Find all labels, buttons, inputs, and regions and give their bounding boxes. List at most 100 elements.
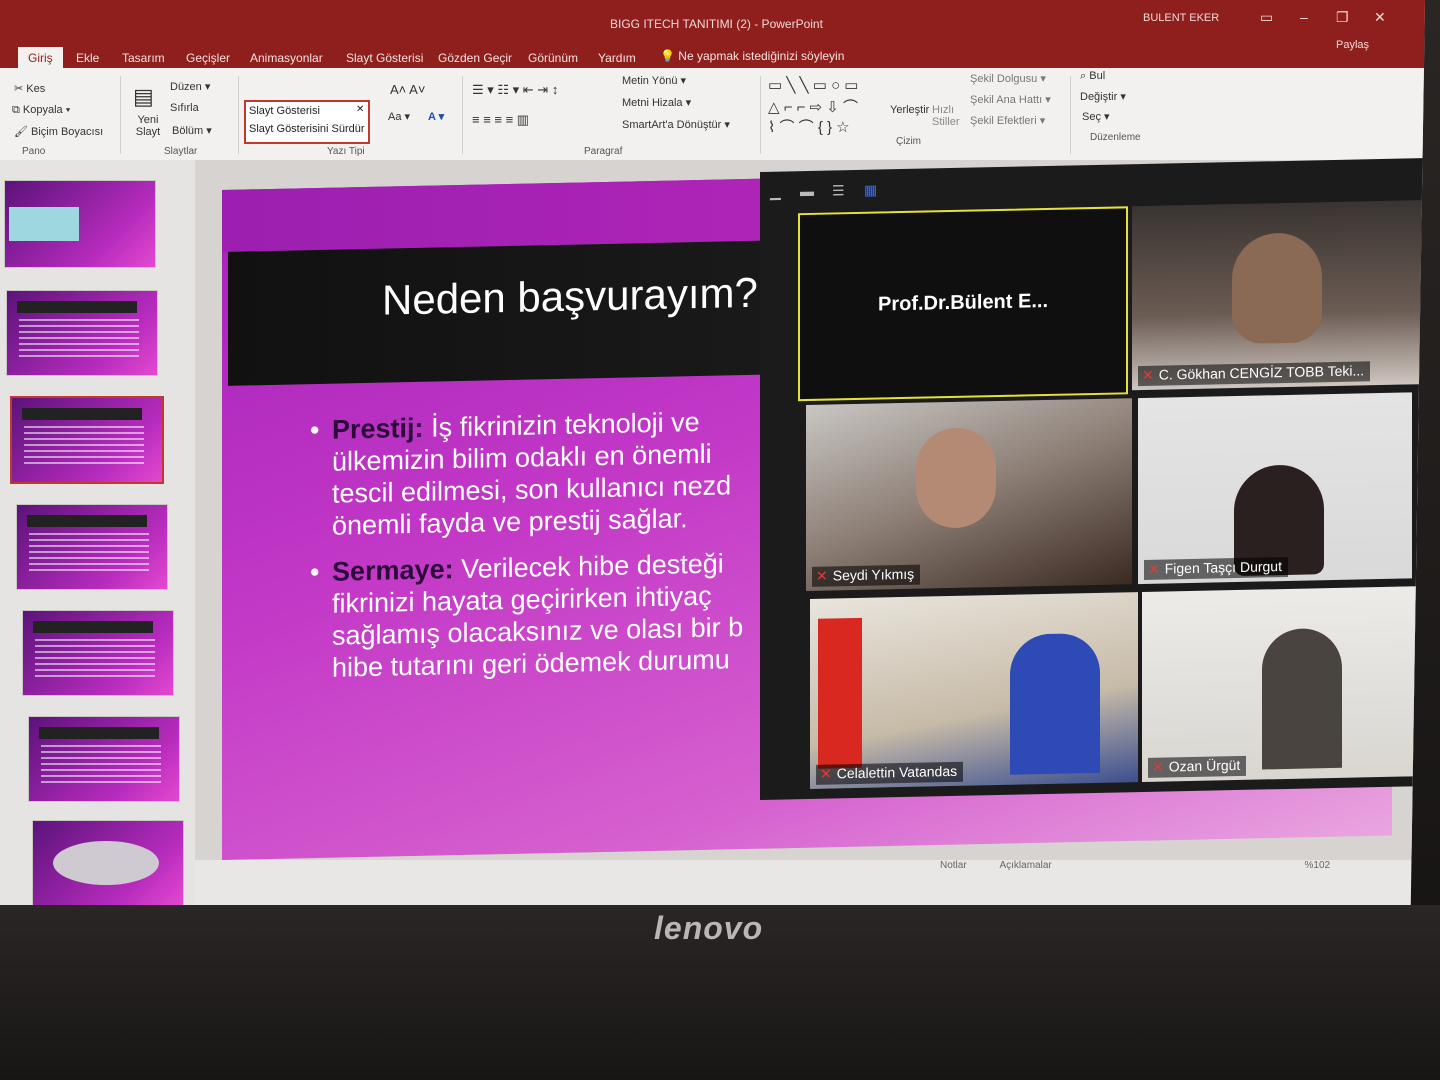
tab-yardim[interactable]: Yardım [598, 51, 636, 65]
shape-effects-label: Şekil Efektleri [970, 115, 1037, 127]
smartart-button[interactable]: SmartArt'a Dönüştür ▾ [622, 118, 730, 131]
bullet-sermaye: Sermaye: Verilecek hibe desteği fikriniz… [310, 547, 750, 684]
share-button[interactable]: Paylaş [1336, 39, 1369, 51]
find-button[interactable]: ⌕ Bul [1080, 70, 1105, 83]
thumbnail-view-icon[interactable]: ▬ [800, 183, 814, 199]
tooltip-line-2[interactable]: Slayt Gösterisini Sürdür [249, 123, 365, 135]
notes-button[interactable]: Notlar [940, 860, 967, 871]
slide-thumbnail[interactable] [22, 610, 174, 696]
new-slide-button[interactable]: Yeni Slayt [130, 114, 166, 138]
user-name[interactable]: BULENT EKER [1143, 12, 1219, 24]
slide-thumbnail-selected[interactable] [10, 396, 164, 484]
section-button[interactable]: Bölüm ▾ [172, 124, 212, 137]
text-direction-button[interactable]: Metin Yönü ▾ [622, 74, 686, 87]
change-case-icon[interactable]: Aa ▾ [388, 110, 410, 123]
slide-thumbnail[interactable] [4, 180, 156, 268]
layout-label: Düzen [170, 81, 202, 93]
font-size-icons[interactable]: A˄ A˅ [390, 82, 425, 97]
participant-tile[interactable]: ✕ Celalettin Vatandas [810, 592, 1138, 789]
speaker-view-icon[interactable]: ☰ [832, 182, 845, 199]
shape-effects-button[interactable]: Şekil Efektleri ▾ [970, 114, 1045, 127]
slide-thumbnail[interactable] [6, 290, 158, 376]
thumbnail-title-bar [17, 301, 137, 313]
cut-button[interactable]: ✂ Kes [14, 82, 45, 95]
group-photo [53, 841, 159, 885]
tooltip-line-1: Slayt Gösterisi [249, 105, 320, 117]
minimize-icon[interactable]: – [1300, 9, 1308, 25]
participant-tile[interactable]: ✕ Ozan Ürgüt [1142, 585, 1425, 782]
list-icons[interactable]: ☰ ▾ ☷ ▾ ⇤ ⇥ ↕ [472, 82, 558, 98]
minimize-icon[interactable]: ▁ [770, 184, 781, 201]
gallery-view-icon[interactable]: ▦ [864, 182, 877, 199]
participant-video [1262, 627, 1342, 770]
thumbnail-title-bar [22, 408, 142, 420]
participant-tile[interactable]: ✕ Figen Taşçı Durgut [1138, 392, 1412, 585]
close-tooltip-icon[interactable]: ✕ [356, 104, 364, 115]
shapes-gallery-icon[interactable]: ⌇ ⌒ ⌒ { } ☆ [768, 116, 850, 137]
participant-tile[interactable]: ✕ C. Gökhan CENGİZ TOBB Teki... [1132, 199, 1425, 391]
participant-label: ✕ Seydi Yıkmış [812, 564, 921, 587]
title-bar: BIGG ITECH TANITIMI (2) - PowerPoint BUL… [0, 0, 1425, 44]
tell-me-search[interactable]: 💡 Ne yapmak istediğinizi söyleyin [660, 49, 844, 63]
restore-icon[interactable]: ❐ [1336, 9, 1349, 26]
align-text-label: Metni Hizala [622, 97, 683, 109]
align-text-button[interactable]: Metni Hizala ▾ [622, 96, 691, 109]
thumbnail-text [29, 533, 149, 573]
reset-button[interactable]: Sıfırla [170, 102, 199, 114]
participant-tile[interactable]: ✕ Seydi Yıkmış [806, 398, 1132, 592]
tab-gecisler[interactable]: Geçişler [186, 51, 230, 65]
participant-label: ✕ C. Gökhan CENGİZ TOBB Teki... [1138, 361, 1371, 387]
tab-animasyonlar[interactable]: Animasyonlar [250, 51, 323, 65]
tab-ekle[interactable]: Ekle [76, 51, 99, 65]
participant-video [1010, 632, 1100, 775]
scissors-icon: ✂ [14, 83, 24, 95]
tab-tasarim[interactable]: Tasarım [122, 51, 165, 65]
mic-muted-icon: ✕ [1152, 758, 1164, 775]
layout-button[interactable]: Düzen ▾ [170, 80, 210, 93]
lightbulb-icon: 💡 [660, 49, 675, 63]
group-pano: Pano [22, 146, 46, 157]
divider [120, 76, 121, 154]
copy-icon: ⧉ [12, 104, 20, 116]
slide-thumbnail[interactable] [32, 820, 184, 905]
zoom-window: ▁ ▬ ☰ ▦ Prof.Dr.Bülent E... ✕ C. Gökhan C… [760, 157, 1425, 800]
participant-name: Prof.Dr.Bülent E... [877, 289, 1049, 316]
quick-styles-button[interactable]: Hızlı Stiller [932, 104, 962, 128]
slideshow-tooltip[interactable]: Slayt Gösterisi Slayt Gösterisini Sürdür… [244, 100, 370, 144]
group-slaytlar: Slaytlar [164, 146, 198, 157]
map-image [9, 207, 79, 241]
shape-outline-label: Şekil Ana Hattı [970, 94, 1043, 106]
thumbnail-title-bar [27, 515, 147, 527]
tab-gorunum[interactable]: Görünüm [528, 51, 578, 65]
participant-label: ✕ Ozan Ürgüt [1148, 755, 1247, 778]
shapes-gallery-icon[interactable]: ▭ ╲ ╲ ▭ ○ ▭ [768, 76, 858, 94]
tab-slayt-gosterisi[interactable]: Slayt Gösterisi [346, 51, 423, 65]
close-icon[interactable]: ✕ [1374, 9, 1386, 26]
bullet-key: Sermaye: [332, 554, 454, 587]
ribbon-display-icon[interactable]: ▭ [1260, 9, 1273, 26]
participant-tile-speaker[interactable]: Prof.Dr.Bülent E... [798, 206, 1128, 402]
copy-button[interactable]: ⧉ Kopyala ▾ [12, 104, 70, 117]
group-paragraf: Paragraf [584, 146, 623, 157]
slide-thumbnail[interactable] [28, 716, 180, 802]
font-color-icon[interactable]: A ▾ [428, 110, 444, 123]
flag-image [818, 617, 862, 769]
select-button[interactable]: Seç ▾ [1082, 110, 1110, 123]
arrange-button[interactable]: Yerleştir [890, 104, 929, 116]
participant-name: Celalettin Vatandas [836, 762, 958, 782]
format-painter-button[interactable]: 🖌 Biçim Boyacısı [14, 125, 103, 138]
replace-label: Değiştir [1080, 91, 1118, 103]
comments-button[interactable]: Açıklamalar [999, 860, 1051, 871]
zoom-level[interactable]: %102 [1305, 860, 1331, 871]
divider [1070, 76, 1071, 154]
shapes-gallery-icon[interactable]: △ ⌐ ⌐ ⇨ ⇩ ⌒ [768, 96, 858, 117]
shape-fill-button[interactable]: Şekil Dolgusu ▾ [970, 72, 1046, 85]
text-direction-label: Metin Yönü [622, 75, 678, 87]
shape-outline-button[interactable]: Şekil Ana Hattı ▾ [970, 93, 1051, 106]
replace-button[interactable]: Değiştir ▾ [1080, 90, 1126, 103]
paintbrush-icon: 🖌 [14, 126, 28, 138]
slide-thumbnail[interactable] [16, 504, 168, 590]
bullet-prestij: Prestij: İş fikrinizin teknoloji ve ülke… [310, 405, 750, 542]
align-icons[interactable]: ≡ ≡ ≡ ≡ ▥ [472, 112, 529, 128]
tab-gozden-gecir[interactable]: Gözden Geçir [438, 51, 512, 65]
